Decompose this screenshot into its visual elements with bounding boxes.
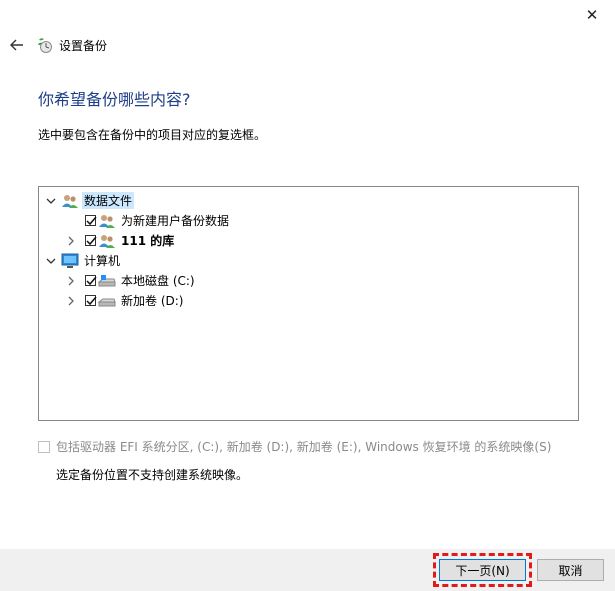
instruction-text: 选中要包含在备份中的项目对应的复选框。 [38, 128, 267, 142]
tree-item-user-libraries[interactable]: 111 的库 [65, 231, 176, 250]
checkbox[interactable] [85, 295, 97, 306]
system-image-label: 包括驱动器 EFI 系统分区, (C:), 新加卷 (D:), 新加卷 (E:)… [56, 440, 552, 454]
window-title: 设置备份 [59, 38, 108, 53]
users-icon [61, 193, 79, 209]
chevron-down-icon[interactable] [45, 195, 57, 207]
dialog-footer: 下一页(N) 取消 [0, 549, 615, 591]
tree-item-label: 111 的库 [121, 234, 175, 248]
page-heading: 你希望备份哪些内容? [38, 90, 191, 109]
tree-item-new-users[interactable]: 为新建用户备份数据 [85, 211, 231, 230]
system-image-note: 选定备份位置不支持创建系统映像。 [56, 468, 249, 482]
backup-items-tree[interactable]: 数据文件 为新建用户备份数据 111 的库 计算机 本地磁盘 (C:) 新加卷 … [38, 186, 579, 421]
tree-item-drive-d[interactable]: 新加卷 (D:) [65, 291, 185, 310]
system-image-option: 包括驱动器 EFI 系统分区, (C:), 新加卷 (D:), 新加卷 (E:)… [38, 438, 551, 455]
close-icon: ✕ [585, 6, 599, 24]
tree-item-data-files[interactable]: 数据文件 [45, 191, 135, 210]
chevron-right-icon[interactable] [65, 295, 77, 307]
system-image-checkbox [38, 440, 50, 453]
tree-item-label: 为新建用户备份数据 [121, 214, 230, 228]
users-icon [98, 233, 116, 249]
tree-item-label: 新加卷 (D:) [121, 294, 184, 308]
checkbox[interactable] [85, 235, 97, 246]
close-button[interactable]: ✕ [569, 0, 615, 30]
tree-item-computer[interactable]: 计算机 [45, 251, 122, 270]
users-icon [98, 213, 116, 229]
drive-icon [98, 273, 116, 289]
chevron-down-icon[interactable] [45, 255, 57, 267]
back-arrow-icon [10, 39, 23, 51]
checkbox[interactable] [85, 215, 97, 226]
tree-item-label: 计算机 [84, 254, 121, 268]
chevron-right-icon[interactable] [65, 275, 77, 287]
next-button[interactable]: 下一页(N) [439, 559, 526, 581]
cancel-button[interactable]: 取消 [537, 559, 604, 581]
tree-item-label: 本地磁盘 (C:) [121, 274, 195, 288]
title-bar: 设置备份 [8, 33, 107, 57]
computer-icon [61, 253, 79, 269]
tree-item-label: 数据文件 [82, 192, 135, 209]
drive-icon [98, 293, 116, 309]
checkbox[interactable] [85, 275, 97, 286]
tree-item-drive-c[interactable]: 本地磁盘 (C:) [65, 271, 197, 290]
chevron-right-icon[interactable] [65, 235, 77, 247]
backup-app-icon [36, 36, 54, 54]
back-button[interactable] [8, 36, 26, 54]
